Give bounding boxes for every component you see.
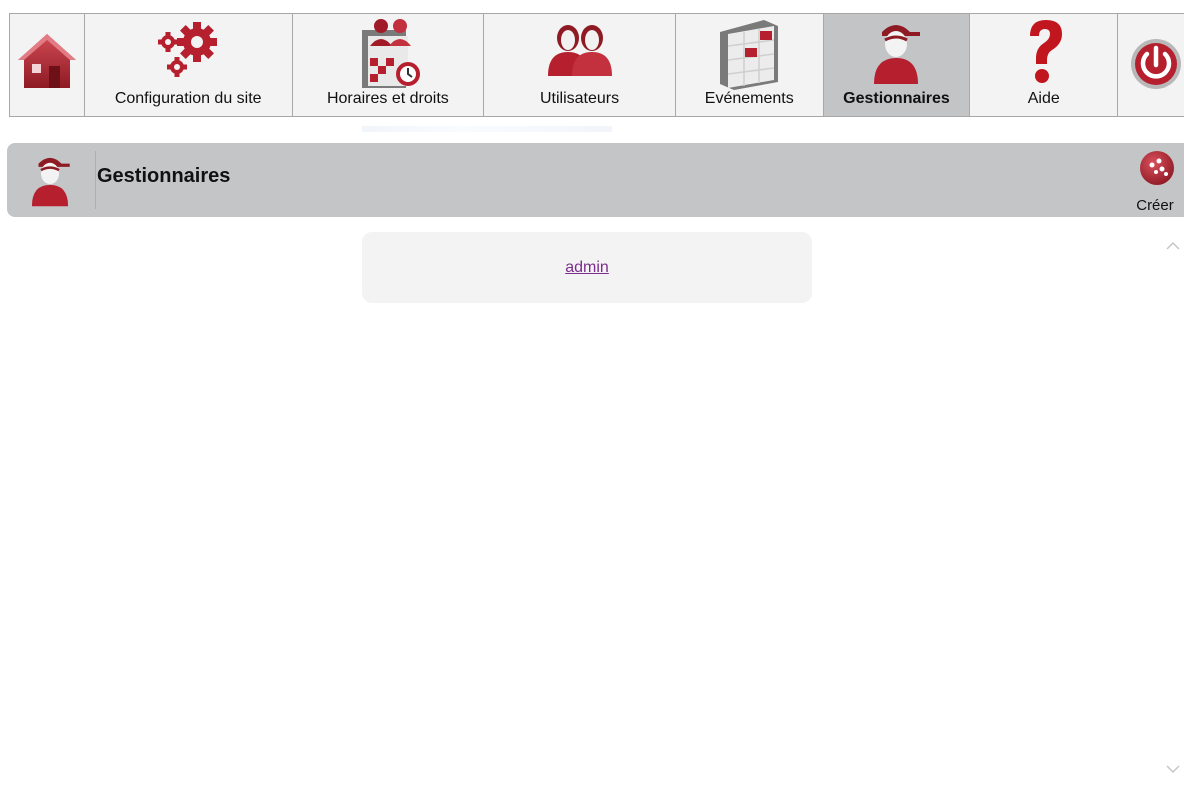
- calendar-icon: [714, 18, 784, 95]
- header-separator: [95, 151, 96, 209]
- home-icon: [16, 32, 78, 97]
- users-icon: [544, 18, 616, 85]
- manager-icon: [27, 149, 73, 216]
- nav-users[interactable]: Utilisateurs: [484, 14, 676, 116]
- schedule-icon: [348, 18, 428, 95]
- nav-events[interactable]: Evénements: [675, 14, 824, 116]
- scrollbar[interactable]: [1162, 232, 1184, 787]
- nav-label: Horaires et droits: [326, 90, 449, 107]
- page-header: Gestionnaires Créer: [7, 143, 1184, 217]
- manager-link[interactable]: admin: [362, 259, 812, 277]
- nav-help[interactable]: Aide: [970, 14, 1119, 116]
- main-navigation: Configuration du site Horaires et droits: [9, 13, 1184, 117]
- nav-label: Gestionnaires: [843, 90, 950, 107]
- page-title: Gestionnaires: [97, 165, 231, 187]
- nav-managers[interactable]: Gestionnaires: [823, 14, 971, 116]
- nav-label: Configuration du site: [114, 90, 262, 107]
- create-label: Créer: [1136, 197, 1174, 214]
- help-icon: [1024, 18, 1064, 91]
- managers-list: admin: [362, 232, 812, 303]
- decorative-strip: [362, 126, 612, 132]
- nav-schedules-and-rights[interactable]: Horaires et droits: [292, 14, 485, 116]
- nav-label: Utilisateurs: [539, 90, 620, 107]
- nav-home[interactable]: [10, 14, 85, 116]
- nav-label: Aide: [1027, 90, 1060, 107]
- nav-logout[interactable]: [1118, 14, 1184, 116]
- scroll-up-icon[interactable]: [1165, 238, 1181, 254]
- gears-icon: [150, 18, 226, 85]
- power-icon: [1130, 38, 1182, 95]
- scroll-down-icon[interactable]: [1165, 761, 1181, 777]
- manager-icon: [868, 18, 924, 91]
- create-button[interactable]: Créer: [1127, 150, 1183, 216]
- nav-site-configuration[interactable]: Configuration du site: [84, 14, 293, 116]
- create-icon: [1139, 150, 1175, 191]
- nav-label: Evénements: [704, 90, 794, 107]
